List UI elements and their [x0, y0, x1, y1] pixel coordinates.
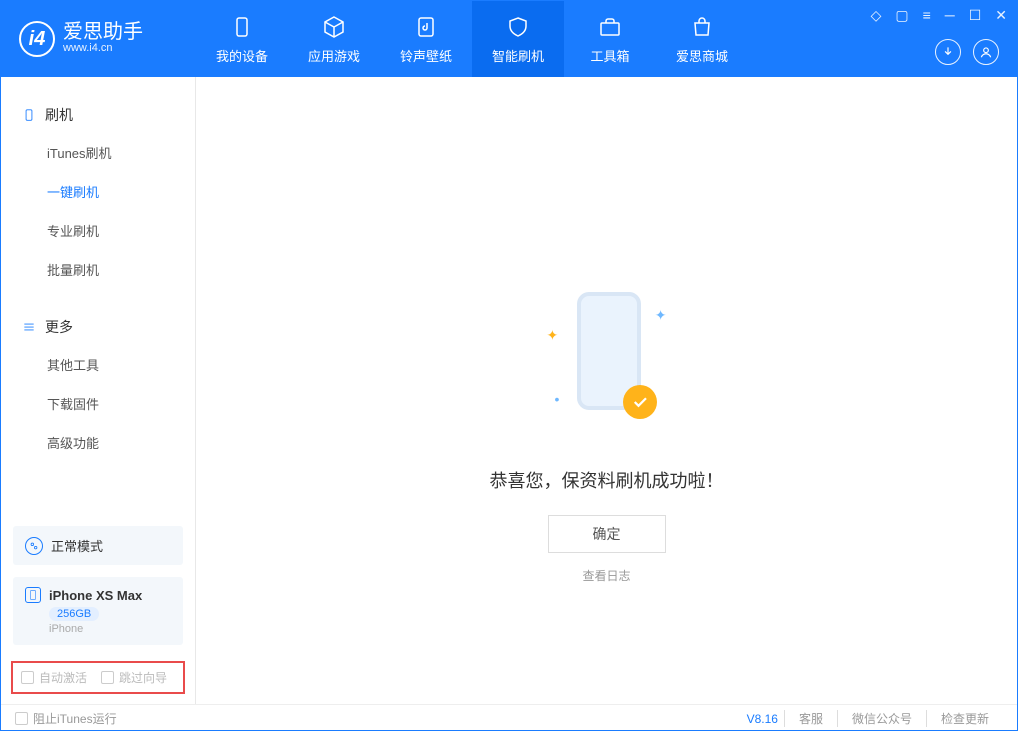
- tab-my-device[interactable]: 我的设备: [196, 1, 288, 77]
- tab-store[interactable]: 爱思商城: [656, 1, 748, 77]
- minimize-button[interactable]: ─: [945, 7, 955, 24]
- tab-ringtones[interactable]: 铃声壁纸: [380, 1, 472, 77]
- tab-label: 爱思商城: [676, 46, 728, 65]
- sidebar: 刷机 iTunes刷机 一键刷机 专业刷机 批量刷机 更多 其他工具 下载固件 …: [1, 77, 196, 704]
- tab-label: 工具箱: [590, 46, 629, 65]
- maximize-button[interactable]: ☐: [969, 7, 982, 24]
- tab-label: 应用游戏: [308, 46, 360, 65]
- menu-icon[interactable]: ≡: [923, 7, 931, 24]
- device-card[interactable]: iPhone XS Max 256GB iPhone: [13, 577, 183, 645]
- toolbox-icon: [597, 14, 623, 40]
- tab-apps-games[interactable]: 应用游戏: [288, 1, 380, 77]
- list-icon: [21, 319, 37, 335]
- auto-activate-checkbox[interactable]: 自动激活: [21, 669, 87, 686]
- sidebar-item-oneclick-flash[interactable]: 一键刷机: [3, 172, 193, 211]
- app-name: 爱思助手: [63, 22, 143, 42]
- sidebar-item-other-tools[interactable]: 其他工具: [3, 345, 193, 384]
- footer-link-update[interactable]: 检查更新: [926, 710, 1003, 727]
- footer: 阻止iTunes运行 V8.16 客服 微信公众号 检查更新: [1, 704, 1017, 732]
- window-controls: ◇ ▢ ≡ ─ ☐ ✕: [871, 7, 1007, 24]
- version-label: V8.16: [747, 712, 778, 726]
- sidebar-item-itunes-flash[interactable]: iTunes刷机: [3, 133, 193, 172]
- bag-icon: [689, 14, 715, 40]
- footer-link-wechat[interactable]: 微信公众号: [837, 710, 926, 727]
- cube-icon: [321, 14, 347, 40]
- main-content: ✦ ✦ • 恭喜您，保资料刷机成功啦！ 确定 查看日志: [196, 77, 1017, 704]
- success-illustration: ✦ ✦ •: [547, 287, 667, 437]
- logo[interactable]: i4 爱思助手 www.i4.cn: [1, 21, 196, 57]
- tab-label: 智能刷机: [492, 46, 544, 65]
- shirt-icon[interactable]: ◇: [871, 7, 882, 24]
- highlighted-options: 自动激活 跳过向导: [11, 661, 185, 694]
- logo-icon: i4: [19, 21, 55, 57]
- view-log-link[interactable]: 查看日志: [582, 567, 630, 584]
- mode-icon: [25, 537, 43, 555]
- storage-badge: 256GB: [49, 607, 99, 621]
- ok-button[interactable]: 确定: [548, 515, 666, 553]
- tab-toolbox[interactable]: 工具箱: [564, 1, 656, 77]
- tab-label: 铃声壁纸: [400, 46, 452, 65]
- device-icon: [229, 14, 255, 40]
- device-small-icon: [25, 587, 41, 603]
- sidebar-section-flash[interactable]: 刷机: [3, 97, 193, 133]
- block-itunes-checkbox[interactable]: 阻止iTunes运行: [15, 710, 117, 727]
- nav-tabs: 我的设备 应用游戏 铃声壁纸 智能刷机 工具箱 爱思商城: [196, 1, 748, 77]
- sidebar-item-advanced[interactable]: 高级功能: [3, 423, 193, 462]
- grid-icon[interactable]: ▢: [895, 7, 908, 24]
- shield-icon: [505, 14, 531, 40]
- close-button[interactable]: ✕: [995, 7, 1007, 24]
- app-url: www.i4.cn: [63, 42, 143, 55]
- note-icon: [413, 14, 439, 40]
- user-button[interactable]: [973, 39, 999, 65]
- device-type: iPhone: [49, 623, 171, 635]
- sidebar-item-pro-flash[interactable]: 专业刷机: [3, 211, 193, 250]
- mode-card[interactable]: 正常模式: [13, 526, 183, 565]
- success-message: 恭喜您，保资料刷机成功啦！: [490, 467, 724, 493]
- app-header: i4 爱思助手 www.i4.cn 我的设备 应用游戏 铃声壁纸 智能刷机 工具…: [1, 1, 1017, 77]
- sidebar-item-batch-flash[interactable]: 批量刷机: [3, 250, 193, 289]
- tab-label: 我的设备: [216, 46, 268, 65]
- download-button[interactable]: [935, 39, 961, 65]
- device-name: iPhone XS Max: [49, 588, 142, 603]
- phone-icon: [21, 107, 37, 123]
- skip-guide-checkbox[interactable]: 跳过向导: [101, 669, 167, 686]
- tab-flash[interactable]: 智能刷机: [472, 1, 564, 77]
- sidebar-item-download-firmware[interactable]: 下载固件: [3, 384, 193, 423]
- check-icon: [623, 385, 657, 419]
- footer-link-support[interactable]: 客服: [784, 710, 837, 727]
- sidebar-section-more[interactable]: 更多: [3, 309, 193, 345]
